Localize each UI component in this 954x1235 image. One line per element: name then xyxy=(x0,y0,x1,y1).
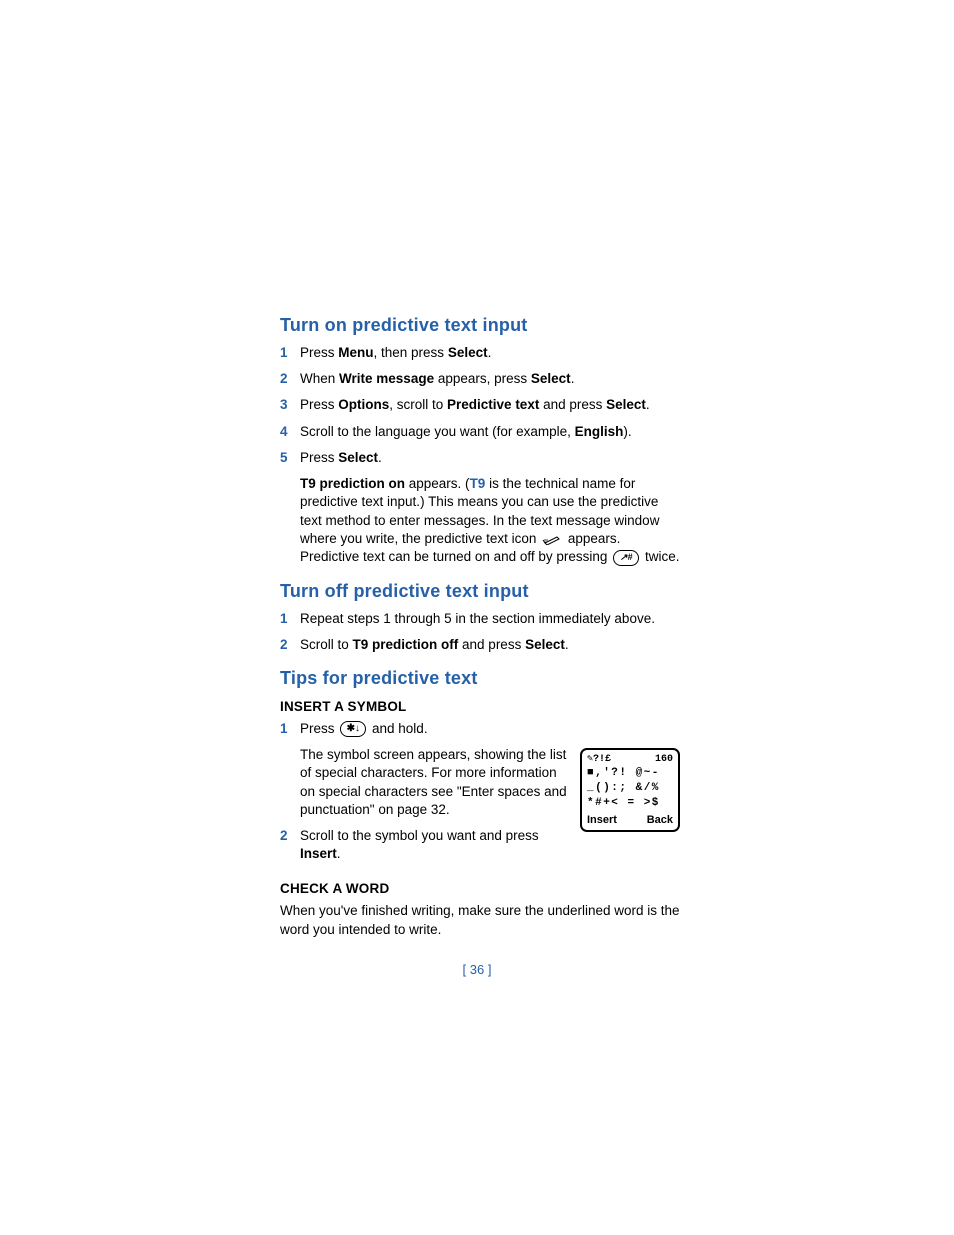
symbol-row-1: ■,'?! @~- xyxy=(587,766,673,781)
symbol-row-3: *#+< = >$ xyxy=(587,796,673,811)
heading-tips: Tips for predictive text xyxy=(280,668,680,689)
t9-term: T9 xyxy=(470,476,486,491)
t9-note: T9 prediction on appears. (T9 is the tec… xyxy=(300,475,680,566)
heading-turn-on: Turn on predictive text input xyxy=(280,315,680,336)
step: 2Scroll to T9 prediction off and press S… xyxy=(280,636,680,654)
screen-title: ✎?!£ xyxy=(587,754,611,765)
star-key-icon: ✱↓ xyxy=(340,721,366,737)
check-word-body: When you've finished writing, make sure … xyxy=(280,902,680,938)
step: 3Press Options, scroll to Predictive tex… xyxy=(280,396,680,414)
softkey-back: Back xyxy=(647,813,673,828)
subhead-insert-symbol: INSERT A SYMBOL xyxy=(280,699,680,714)
note-bold-term: T9 prediction on xyxy=(300,476,405,491)
step: 4Scroll to the language you want (for ex… xyxy=(280,423,680,441)
manual-page-content: Turn on predictive text input 1Press Men… xyxy=(280,315,680,945)
char-count: 160 xyxy=(655,754,673,765)
insert-step-1: 1 Press ✱↓ and hold. xyxy=(280,720,680,738)
heading-turn-off: Turn off predictive text input xyxy=(280,581,680,602)
step: 1Repeat steps 1 through 5 in the section… xyxy=(280,610,680,628)
symbol-phone-screen: ✎?!£ 160 ■,'?! @~- _():; &/% *#+< = >$ I… xyxy=(580,748,680,831)
symbol-row-2: _():; &/% xyxy=(587,781,673,796)
subhead-check-word: CHECK A WORD xyxy=(280,881,680,896)
softkey-insert: Insert xyxy=(587,813,617,828)
insert-step-2: 2 Scroll to the symbol you want and pres… xyxy=(280,827,570,863)
hash-key-icon: ↗# xyxy=(613,550,639,566)
step: 2When Write message appears, press Selec… xyxy=(280,370,680,388)
symbol-note: The symbol screen appears, showing the l… xyxy=(300,746,570,819)
step: 5Press Select. xyxy=(280,449,680,467)
page-number: [ 36 ] xyxy=(0,962,954,977)
pencil-icon xyxy=(542,530,562,548)
step: 1Press Menu, then press Select. xyxy=(280,344,680,362)
